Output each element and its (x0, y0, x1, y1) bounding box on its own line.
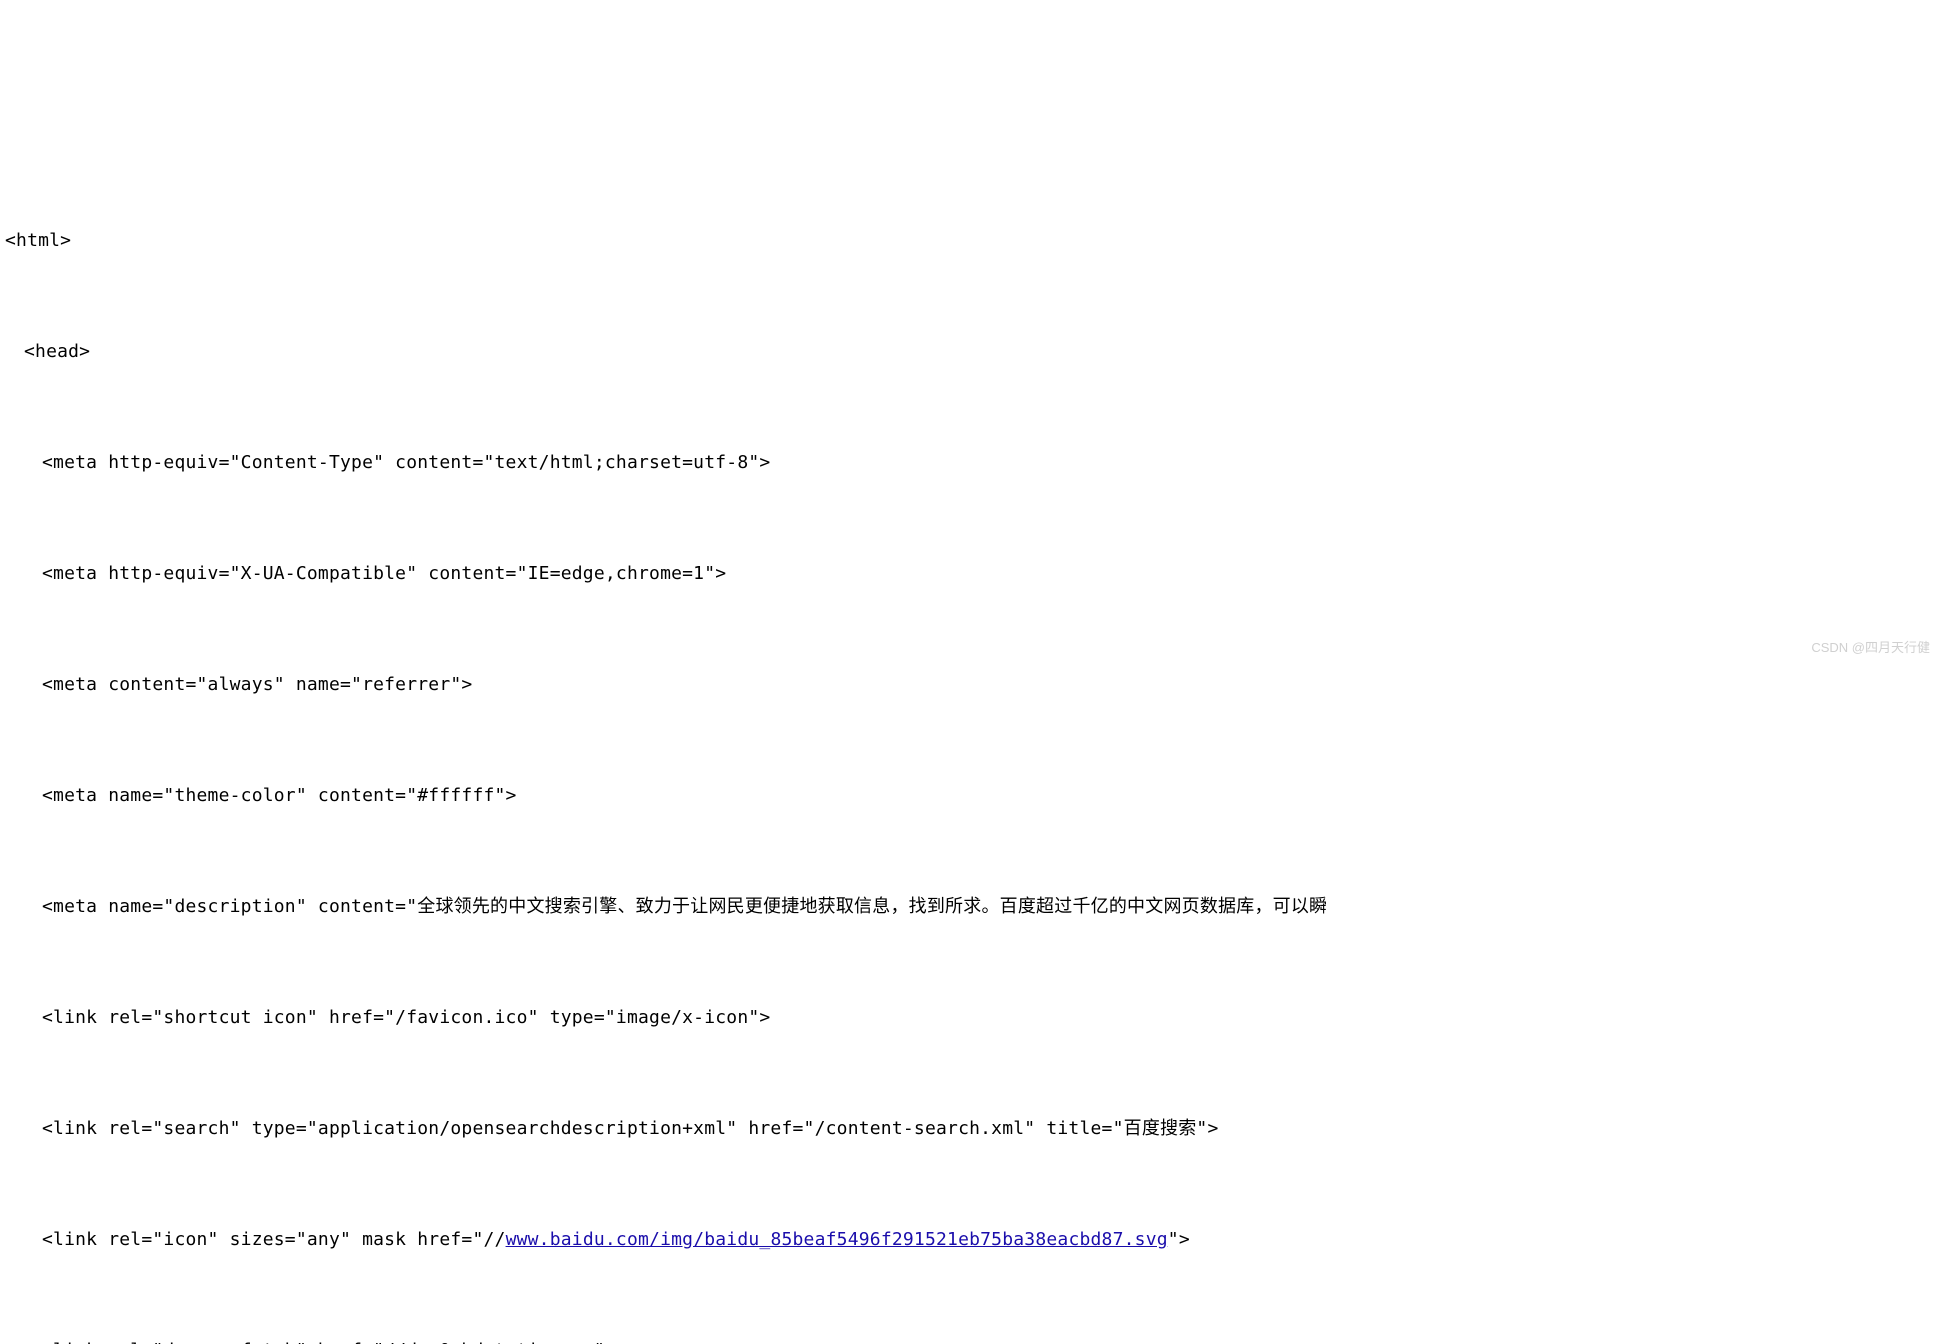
code-text: <html> (5, 230, 71, 251)
code-text: <link rel="dns-prefetch" href="//dss0.bd… (42, 1340, 616, 1344)
code-text: <link rel="search" type="application/ope… (42, 1118, 1219, 1139)
code-line: <html> (0, 222, 1938, 259)
code-text: <meta http-equiv="Content-Type" content=… (42, 452, 770, 473)
code-line: <meta http-equiv="X-UA-Compatible" conte… (0, 555, 1938, 592)
code-line: <link rel="icon" sizes="any" mask href="… (0, 1221, 1938, 1258)
code-text: <link rel="icon" sizes="any" mask href="… (42, 1229, 506, 1250)
code-link[interactable]: www.baidu.com/img/baidu_85beaf5496f29152… (506, 1229, 1168, 1250)
code-line: <head> (0, 333, 1938, 370)
code-line: <meta name="description" content="全球领先的中… (0, 888, 1938, 925)
code-text: "> (1168, 1229, 1190, 1250)
code-line: <meta name="theme-color" content="#fffff… (0, 777, 1938, 814)
code-text: <meta http-equiv="X-UA-Compatible" conte… (42, 563, 726, 584)
watermark: CSDN @四月天行健 (1811, 629, 1930, 666)
code-line: <link rel="shortcut icon" href="/favicon… (0, 999, 1938, 1036)
code-line: <meta http-equiv="Content-Type" content=… (0, 444, 1938, 481)
code-text: <link rel="shortcut icon" href="/favicon… (42, 1007, 770, 1028)
code-text: <meta name="description" content="全球领先的中… (42, 896, 1327, 917)
code-line: <link rel="search" type="application/ope… (0, 1110, 1938, 1147)
code-text: <meta name="theme-color" content="#fffff… (42, 785, 517, 806)
code-text: <meta content="always" name="referrer"> (42, 674, 472, 695)
code-block: <html> <head> <meta http-equiv="Content-… (0, 148, 1938, 1344)
code-text: <head> (24, 341, 90, 362)
code-line: <link rel="dns-prefetch" href="//dss0.bd… (0, 1332, 1938, 1344)
